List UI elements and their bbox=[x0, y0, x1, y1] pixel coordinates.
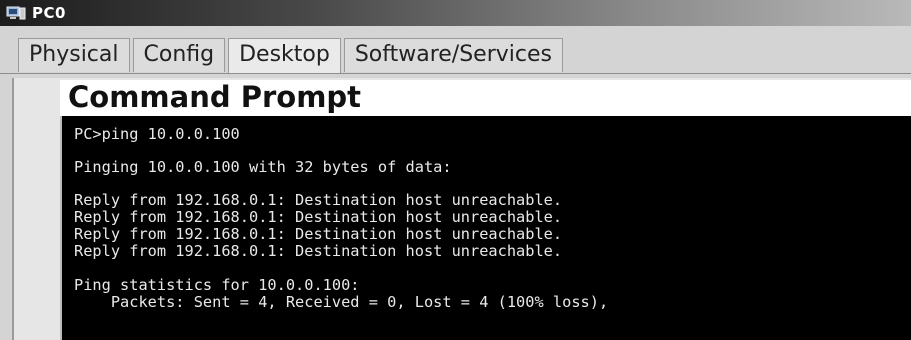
terminal-line: Reply from 192.168.0.1: Destination host… bbox=[74, 225, 563, 243]
command-prompt-header: Command Prompt bbox=[60, 80, 911, 116]
terminal-line: Reply from 192.168.0.1: Destination host… bbox=[74, 208, 563, 226]
terminal-output[interactable]: PC>ping 10.0.0.100 Pinging 10.0.0.100 wi… bbox=[62, 116, 911, 340]
terminal-line: Ping statistics for 10.0.0.100: bbox=[74, 276, 360, 294]
title-bar: PC0 bbox=[0, 0, 911, 26]
window-title: PC0 bbox=[32, 4, 66, 22]
tab-bar: Physical Config Desktop Software/Service… bbox=[18, 38, 566, 74]
terminal-line: PC>ping 10.0.0.100 bbox=[74, 125, 240, 143]
command-prompt-title: Command Prompt bbox=[68, 80, 362, 114]
terminal-line: Reply from 192.168.0.1: Destination host… bbox=[74, 242, 563, 260]
terminal-line: Reply from 192.168.0.1: Destination host… bbox=[74, 191, 563, 209]
command-prompt-window: Command Prompt PC>ping 10.0.0.100 Pingin… bbox=[60, 80, 911, 340]
terminal-line: Pinging 10.0.0.100 with 32 bytes of data… bbox=[74, 158, 452, 176]
tab-divider bbox=[0, 73, 911, 74]
tab-desktop[interactable]: Desktop bbox=[228, 38, 341, 74]
tab-software-services[interactable]: Software/Services bbox=[343, 38, 563, 72]
terminal-line: Packets: Sent = 4, Received = 0, Lost = … bbox=[74, 293, 609, 311]
tab-config[interactable]: Config bbox=[132, 38, 226, 72]
tab-physical[interactable]: Physical bbox=[18, 38, 130, 72]
pc-icon bbox=[6, 6, 26, 20]
